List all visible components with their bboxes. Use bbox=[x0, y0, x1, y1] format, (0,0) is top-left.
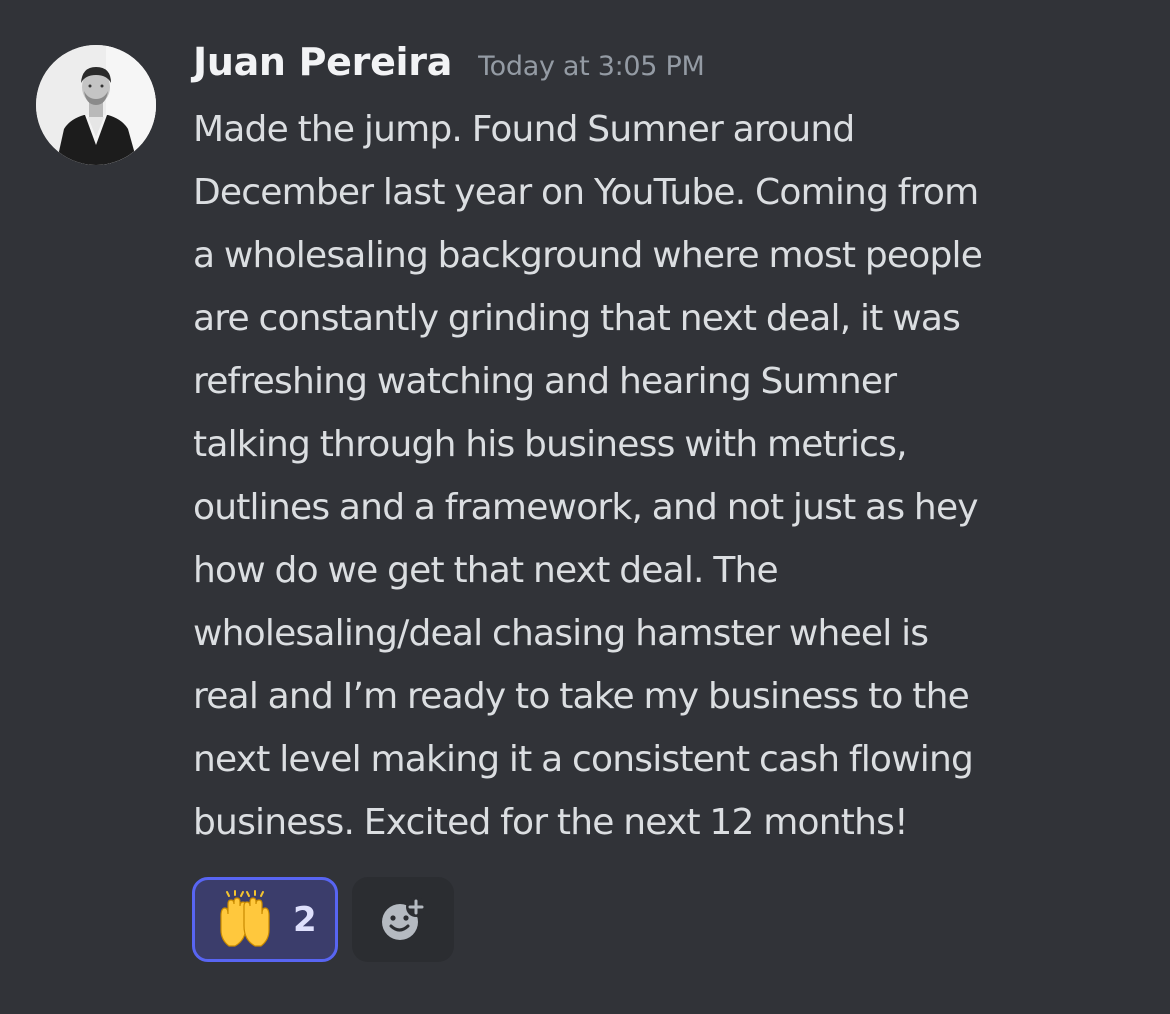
message-line: real and I’m ready to take my business t… bbox=[193, 676, 970, 717]
message-line: are constantly grinding that next deal, … bbox=[193, 298, 961, 339]
avatar-image bbox=[36, 45, 156, 165]
timestamp[interactable]: Today at 3:05 PM bbox=[478, 51, 705, 82]
message-line: wholesaling/deal chasing hamster wheel i… bbox=[193, 613, 929, 654]
add-reaction-button[interactable] bbox=[352, 877, 454, 962]
message-line: Made the jump. Found Sumner around bbox=[193, 109, 855, 150]
message-line: December last year on YouTube. Coming fr… bbox=[193, 172, 979, 213]
message-line: next level making it a consistent cash f… bbox=[193, 739, 974, 780]
message-line: talking through his business with metric… bbox=[193, 424, 908, 465]
avatar[interactable] bbox=[36, 45, 156, 165]
message-header: Juan Pereira Today at 3:05 PM bbox=[193, 40, 1133, 96]
message-line: how do we get that next deal. The bbox=[193, 550, 779, 591]
reactions-bar: 2 bbox=[192, 877, 454, 962]
message-body: Made the jump. Found Sumner around Decem… bbox=[193, 98, 1123, 854]
reaction-count: 2 bbox=[293, 899, 317, 940]
message-line: a wholesaling background where most peop… bbox=[193, 235, 983, 276]
message-line: refreshing watching and hearing Sumner bbox=[193, 361, 897, 402]
message-line: outlines and a framework, and not just a… bbox=[193, 487, 979, 528]
username[interactable]: Juan Pereira bbox=[193, 40, 452, 84]
message-line: business. Excited for the next 12 months… bbox=[193, 802, 909, 843]
raising-hands-emoji-icon bbox=[220, 889, 270, 947]
add-reaction-icon bbox=[382, 896, 426, 940]
reaction-raising-hands[interactable]: 2 bbox=[192, 877, 338, 962]
chat-message: Juan Pereira Today at 3:05 PM Made the j… bbox=[0, 0, 1170, 1014]
message-content: Juan Pereira Today at 3:05 PM Made the j… bbox=[193, 40, 1133, 854]
